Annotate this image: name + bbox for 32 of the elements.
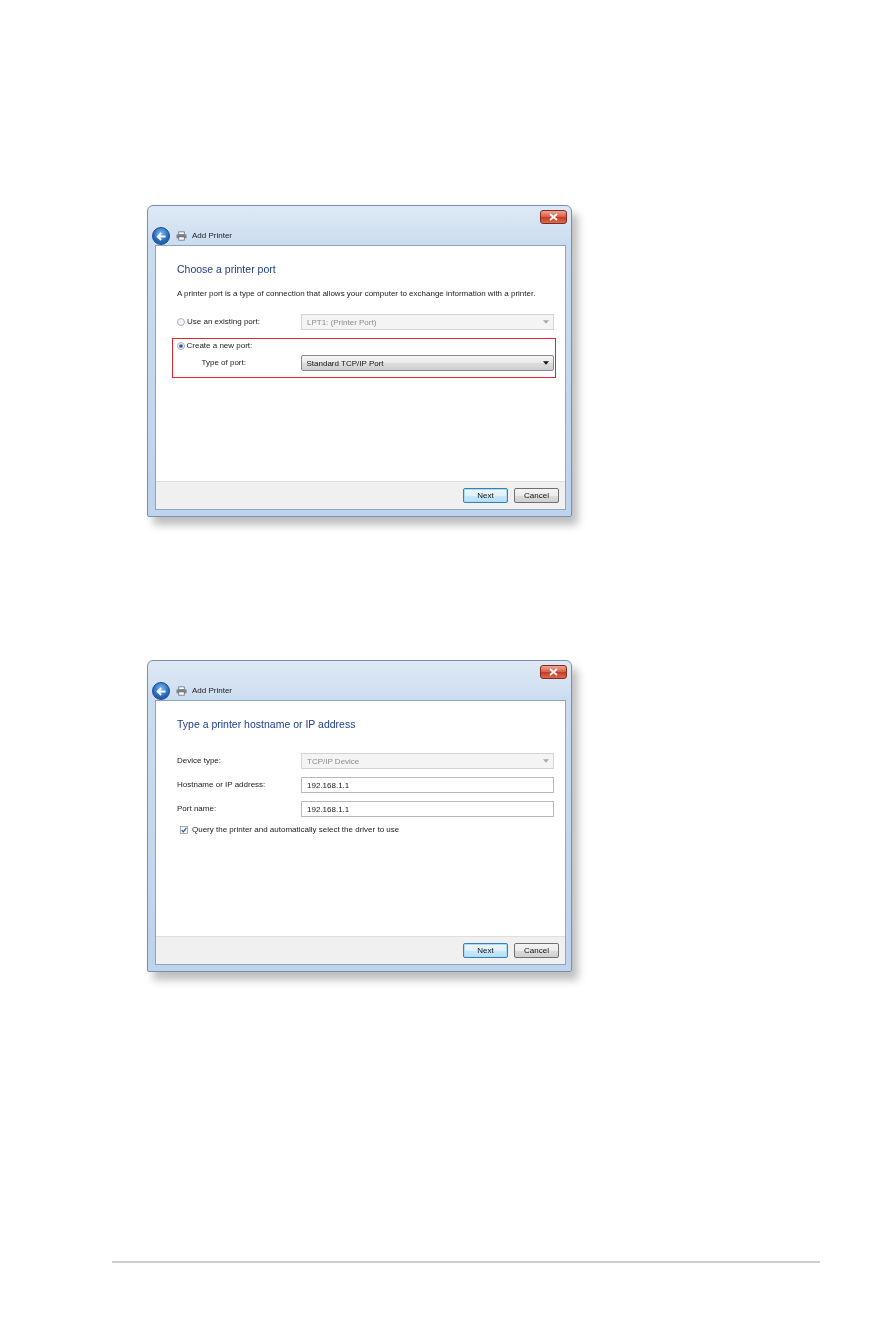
close-button[interactable] — [540, 210, 567, 224]
printer-icon — [176, 686, 187, 696]
dialog-button[interactable]: Next — [463, 488, 508, 503]
caret-icon — [542, 361, 549, 365]
text-field[interactable]: 192.168.1.1 — [301, 777, 554, 793]
dialog-heading: Choose a printer port — [177, 262, 277, 276]
back-button[interactable] — [152, 682, 170, 700]
caret-icon — [543, 759, 549, 763]
window-title: Add Printer — [192, 686, 233, 696]
close-icon — [549, 668, 558, 676]
printer-icon — [176, 231, 187, 241]
dialog-button[interactable]: Cancel — [514, 488, 559, 503]
field-label: Hostname or IP address: — [177, 780, 266, 790]
back-button[interactable] — [152, 227, 170, 245]
field-label: Device type: — [177, 756, 222, 766]
text-field[interactable]: 192.168.1.1 — [301, 801, 554, 817]
close-icon — [549, 213, 558, 221]
checkbox-option[interactable]: Query the printer and automatically select the driver to use — [180, 825, 400, 835]
window-title: Add Printer — [192, 231, 233, 241]
radio-option[interactable]: Create a new port: — [176, 341, 253, 351]
caret-icon — [543, 320, 549, 324]
left-arrow-icon — [156, 686, 166, 696]
dialog-button[interactable]: Cancel — [514, 943, 559, 958]
close-button[interactable] — [540, 665, 567, 679]
radio-option[interactable]: Use an existing port: — [177, 317, 260, 327]
dialog-heading: Type a printer hostname or IP address — [177, 717, 357, 731]
field-label: Port name: — [177, 804, 217, 814]
field-label: Type of port: — [201, 358, 246, 368]
description-text: A printer port is a type of connection that allows your computer to exchange information with a printer. — [177, 289, 537, 299]
left-arrow-icon — [156, 231, 166, 241]
dropdown[interactable]: Standard TCP/IP Port — [300, 355, 554, 371]
dialog-button[interactable]: Next — [463, 943, 508, 958]
